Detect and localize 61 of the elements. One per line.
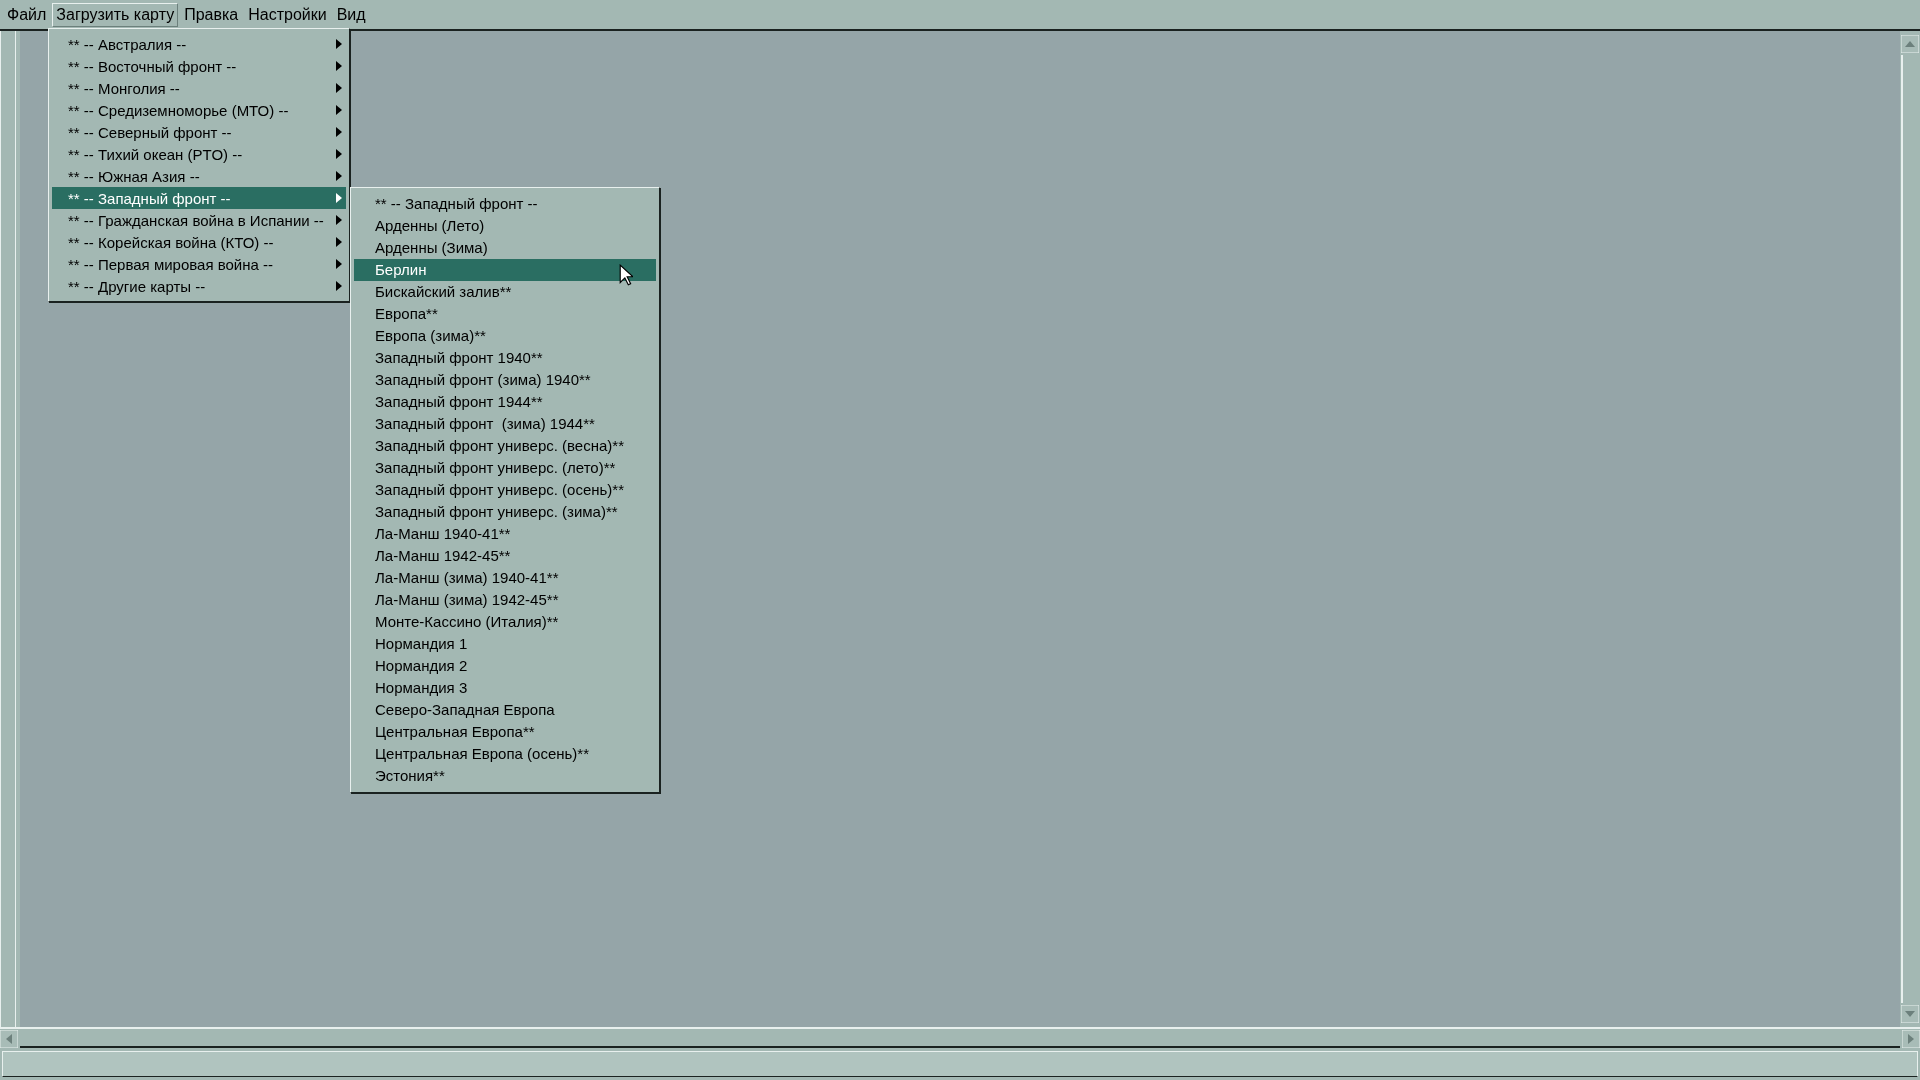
submenu-arrow-icon xyxy=(336,259,342,269)
menu-item[interactable]: Центральная Европа** xyxy=(354,721,656,743)
menu-item[interactable]: Центральная Европа (осень)** xyxy=(354,743,656,765)
menu-item[interactable]: ** -- Северный фронт -- xyxy=(52,121,346,143)
menu-item[interactable]: Бискайский залив** xyxy=(354,281,656,303)
menu-item[interactable]: Монте-Кассино (Италия)** xyxy=(354,611,656,633)
menu-item[interactable]: ** -- Западный фронт -- xyxy=(52,187,346,209)
submenu-arrow-icon xyxy=(336,215,342,225)
scroll-up-icon[interactable] xyxy=(1901,35,1919,53)
submenu-arrow-icon xyxy=(336,61,342,71)
menu-item[interactable]: ** -- Гражданская война в Испании -- xyxy=(52,209,346,231)
menu-item[interactable]: Западный фронт (зима) 1940** xyxy=(354,369,656,391)
scroll-right-icon[interactable] xyxy=(1902,1030,1920,1048)
menu-item[interactable]: Северо-Западная Европа xyxy=(354,699,656,721)
menu-item[interactable]: Ла-Манш (зима) 1940-41** xyxy=(354,567,656,589)
menu-bar-item[interactable]: Вид xyxy=(332,2,370,27)
submenu-arrow-icon xyxy=(336,83,342,93)
menu-item[interactable]: Западный фронт универс. (осень)** xyxy=(354,479,656,501)
menu-item[interactable]: Европа** xyxy=(354,303,656,325)
menu-item[interactable]: Западный фронт 1940** xyxy=(354,347,656,369)
menu-item[interactable]: Берлин xyxy=(354,259,656,281)
menu-item[interactable]: Нормандия 2 xyxy=(354,655,656,677)
menu-item[interactable]: ** -- Средиземноморье (МТО) -- xyxy=(52,99,346,121)
menu-item[interactable]: Арденны (Лето) xyxy=(354,215,656,237)
menu-item[interactable]: ** -- Корейская война (КТО) -- xyxy=(52,231,346,253)
menu-item[interactable]: Западный фронт универс. (весна)** xyxy=(354,435,656,457)
menu-bar-item[interactable]: Правка xyxy=(180,2,243,27)
menu-item[interactable]: ** -- Другие карты -- xyxy=(52,275,346,297)
menu-item[interactable]: ** -- Австралия -- xyxy=(52,33,346,55)
menu-item[interactable]: ** -- Первая мировая война -- xyxy=(52,253,346,275)
menu-item[interactable]: Ла-Манш 1942-45** xyxy=(354,545,656,567)
menu-item[interactable]: ** -- Западный фронт -- xyxy=(354,193,656,215)
menu-item[interactable]: ** -- Южная Азия -- xyxy=(52,165,346,187)
menu-bar-item[interactable]: Загрузить карту xyxy=(52,2,179,27)
menu-bar-item[interactable]: Настройки xyxy=(244,2,331,27)
menu-item[interactable]: ** -- Восточный фронт -- xyxy=(52,55,346,77)
menu-item[interactable]: ** -- Тихий океан (PTO) -- xyxy=(52,143,346,165)
menu-item[interactable]: Нормандия 1 xyxy=(354,633,656,655)
submenu-arrow-icon xyxy=(336,171,342,181)
submenu-arrow-icon xyxy=(336,237,342,247)
menu-item[interactable]: Западный фронт универс. (зима)** xyxy=(354,501,656,523)
submenu-arrow-icon xyxy=(336,105,342,115)
menu-item[interactable]: Западный фронт универс. (лето)** xyxy=(354,457,656,479)
mouse-pointer-icon xyxy=(619,264,633,286)
menu-item[interactable]: Нормандия 3 xyxy=(354,677,656,699)
menu-bar-item[interactable]: Файл xyxy=(3,2,51,27)
scroll-left-icon[interactable] xyxy=(0,1030,18,1048)
scroll-down-icon[interactable] xyxy=(1901,1005,1919,1023)
submenu-arrow-icon xyxy=(336,193,342,203)
submenu-arrow-icon xyxy=(336,127,342,137)
menu-item[interactable]: Западный фронт (зима) 1944** xyxy=(354,413,656,435)
menu-item[interactable]: Ла-Манш (зима) 1942-45** xyxy=(354,589,656,611)
menu-item[interactable]: Европа (зима)** xyxy=(354,325,656,347)
menu-item[interactable]: Западный фронт 1944** xyxy=(354,391,656,413)
menu-item[interactable]: Ла-Манш 1940-41** xyxy=(354,523,656,545)
submenu-arrow-icon xyxy=(336,281,342,291)
menu-item[interactable]: Эстония** xyxy=(354,765,656,787)
menu-item[interactable]: Арденны (Зима) xyxy=(354,237,656,259)
submenu-arrow-icon xyxy=(336,39,342,49)
menu-item[interactable]: ** -- Монголия -- xyxy=(52,77,346,99)
submenu-arrow-icon xyxy=(336,149,342,159)
